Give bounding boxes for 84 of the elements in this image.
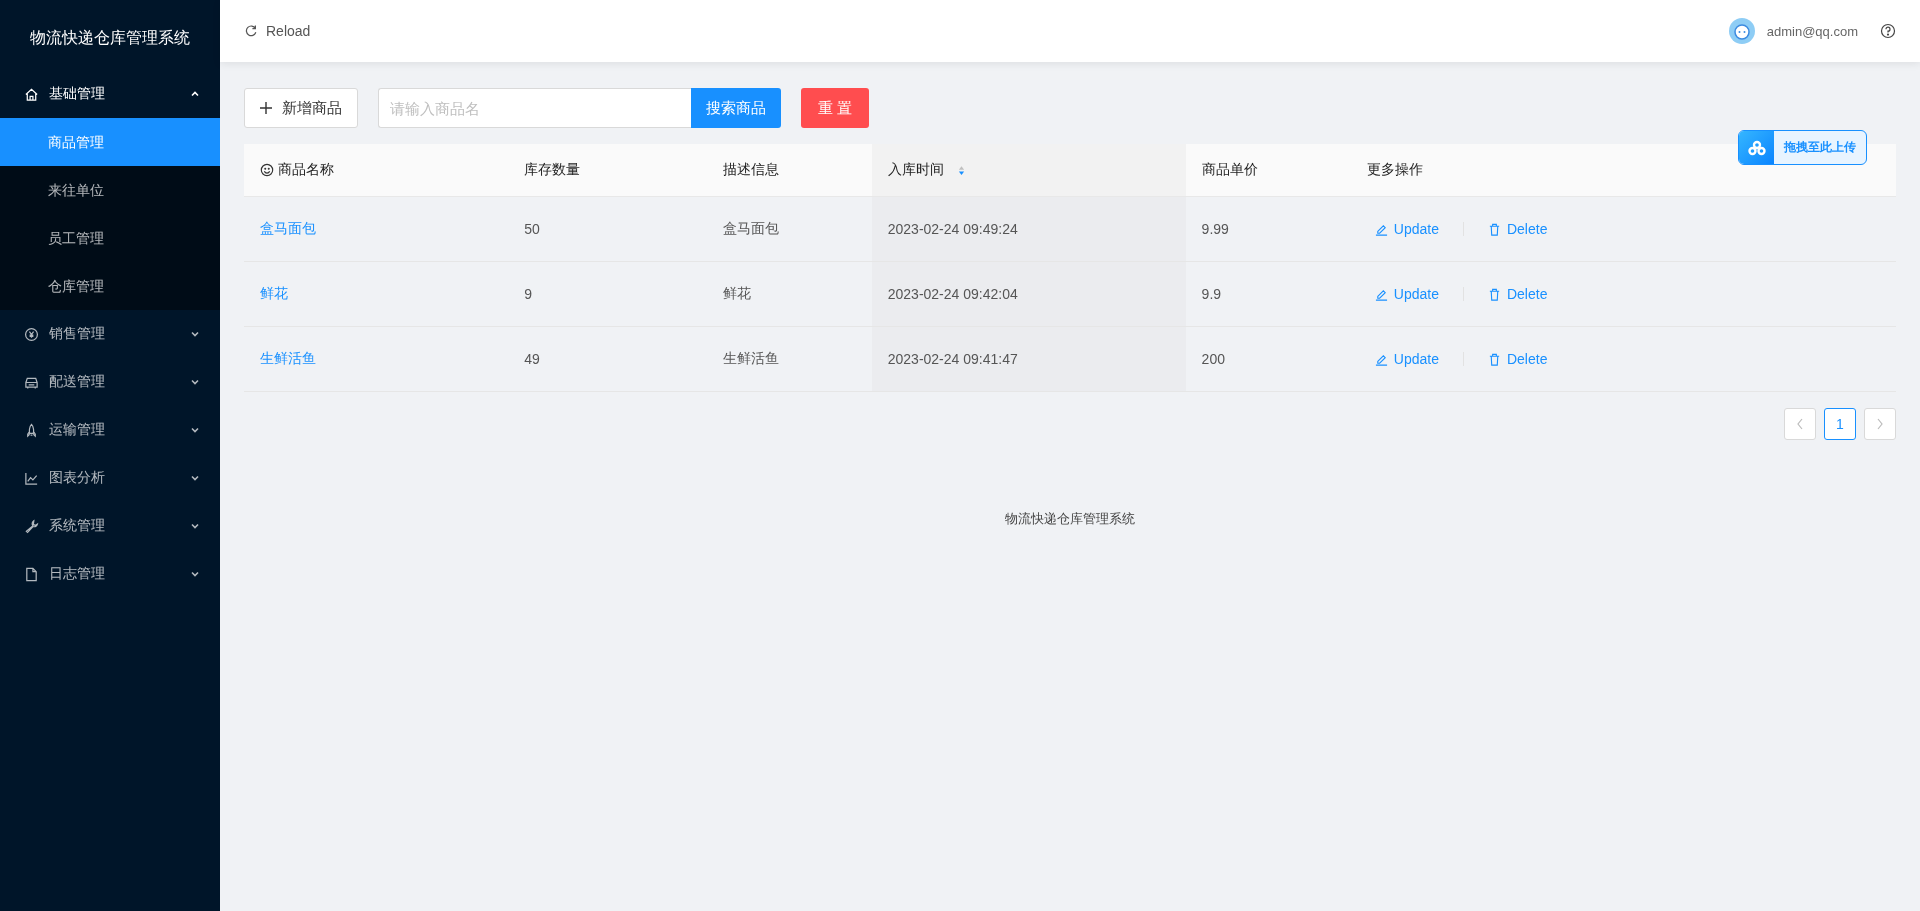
chevron-up-icon (190, 89, 200, 99)
menu-item[interactable]: 运输管理 (0, 406, 220, 454)
trash-icon (1487, 222, 1501, 236)
delete-link[interactable]: Delete (1487, 221, 1548, 237)
table-cell: 2023-02-24 09:49:24 (887, 221, 1018, 237)
menu-label: 运输管理 (49, 421, 106, 439)
update-link[interactable]: Update (1374, 351, 1439, 367)
line-chart-icon (24, 470, 39, 486)
product-name-link[interactable]: 鲜花 (260, 285, 288, 303)
product-name-link[interactable]: 生鲜活鱼 (260, 350, 316, 368)
chevron-left-icon (1796, 418, 1804, 430)
table-cell: 盒马面包 (722, 220, 779, 238)
column-header: 库存数量 (524, 161, 581, 179)
pencil-icon (1374, 222, 1388, 236)
pencil-icon (1374, 352, 1388, 366)
menu-item[interactable]: 销售管理 (0, 310, 220, 358)
help-icon[interactable] (1880, 23, 1896, 39)
table-cell: 2023-02-24 09:42:04 (887, 286, 1018, 302)
upload-label: 拖拽至此上传 (1783, 139, 1857, 156)
search-button[interactable]: 搜索商品 (691, 88, 781, 128)
chevron-down-icon (190, 425, 200, 435)
menu-item[interactable]: 日志管理 (0, 550, 220, 598)
user-email[interactable]: admin@qq.com (1766, 23, 1858, 39)
chevron-down-icon (190, 473, 200, 483)
page-button[interactable]: 1 (1824, 408, 1856, 440)
sort-icon[interactable] (957, 164, 965, 176)
home-icon (24, 86, 39, 102)
product-name-link[interactable]: 盒马面包 (260, 220, 316, 238)
rocket-icon (24, 422, 39, 438)
menu-item[interactable]: 图表分析 (0, 454, 220, 502)
table-cell: 9.99 (1201, 221, 1229, 237)
delete-link[interactable]: Delete (1487, 351, 1548, 367)
cloud-icon (1746, 139, 1767, 156)
wrench-icon (24, 518, 39, 534)
menu-label: 系统管理 (49, 517, 106, 535)
table-cell: 49 (524, 351, 540, 367)
menu-item[interactable]: 基础管理 (0, 70, 220, 118)
smiley-icon (260, 163, 274, 177)
upload-widget[interactable]: 拖拽至此上传 (1738, 130, 1867, 165)
table-cell: 50 (524, 221, 540, 237)
chevron-down-icon (190, 329, 200, 339)
table-cell: 200 (1201, 351, 1225, 367)
yen-icon (24, 326, 39, 342)
table-cell: 鲜花 (722, 285, 751, 303)
menu-label: 销售管理 (49, 325, 106, 343)
file-icon (24, 566, 39, 582)
chevron-down-icon (190, 377, 200, 387)
reload-button[interactable]: Reload (244, 23, 311, 39)
menu-item[interactable]: 配送管理 (0, 358, 220, 406)
chevron-down-icon (190, 521, 200, 531)
table-cell: 2023-02-24 09:41:47 (887, 351, 1018, 367)
submenu-item[interactable]: 来往单位 (0, 166, 220, 214)
plus-icon (260, 102, 272, 114)
reset-button[interactable]: 重 置 (801, 88, 870, 128)
footer-text: 物流快递仓库管理系统 (1004, 510, 1136, 528)
submenu-item[interactable]: 商品管理 (0, 118, 220, 166)
delete-link[interactable]: Delete (1487, 286, 1548, 302)
menu-item[interactable]: 系统管理 (0, 502, 220, 550)
add-product-button[interactable]: 新增商品 (244, 88, 358, 128)
trash-icon (1487, 352, 1501, 366)
table-cell: 生鲜活鱼 (722, 350, 779, 368)
chevron-down-icon (190, 569, 200, 579)
table-cell: 9.9 (1201, 286, 1222, 302)
column-header: 入库时间 (887, 161, 944, 179)
table-cell: 9 (524, 286, 533, 302)
app-title: 物流快递仓库管理系统 (29, 28, 191, 48)
column-header: 商品名称 (278, 161, 334, 179)
reload-icon (244, 24, 258, 38)
update-link[interactable]: Update (1374, 221, 1439, 237)
update-link[interactable]: Update (1374, 286, 1439, 302)
menu-label: 配送管理 (49, 373, 106, 391)
pencil-icon (1374, 287, 1388, 301)
submenu-item[interactable]: 仓库管理 (0, 262, 220, 310)
column-header: 商品单价 (1201, 161, 1258, 179)
column-header: 更多操作 (1366, 161, 1423, 179)
menu-label: 图表分析 (49, 469, 106, 487)
search-field[interactable]: 请输入商品名 (378, 88, 691, 128)
chevron-right-icon (1876, 418, 1884, 430)
menu-label: 日志管理 (49, 565, 106, 583)
avatar-icon[interactable] (1728, 18, 1755, 44)
submenu-item[interactable]: 员工管理 (0, 214, 220, 262)
trash-icon (1487, 287, 1501, 301)
menu-label: 基础管理 (49, 85, 106, 103)
column-header: 描述信息 (722, 161, 779, 179)
